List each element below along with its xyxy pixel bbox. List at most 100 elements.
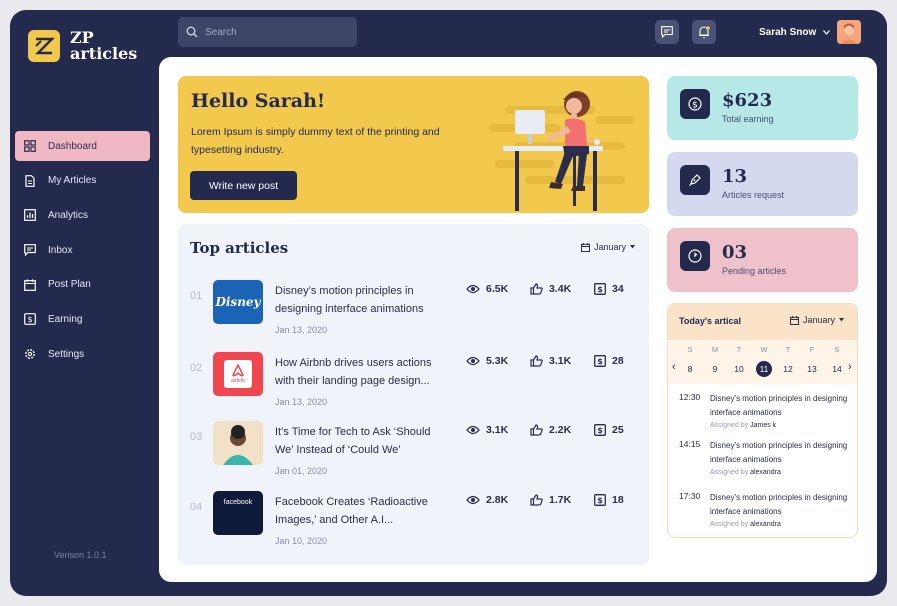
write-new-post-button[interactable]: Write new post xyxy=(190,171,297,200)
article-title[interactable]: It’s Time for Tech to Ask ‘Should We’ In… xyxy=(275,423,450,459)
day-button[interactable]: 14 xyxy=(829,361,845,377)
day-button[interactable]: 10 xyxy=(731,361,747,377)
sidebar-item-earning[interactable]: $ Earning xyxy=(15,304,150,334)
article-rank: 02 xyxy=(190,362,203,374)
dollar-icon: $ xyxy=(594,355,606,367)
todays-article-title: Today's artical xyxy=(679,316,741,326)
article-rank: 01 xyxy=(190,290,203,302)
weekday-label: S xyxy=(834,345,840,354)
weekday-label: T xyxy=(785,345,791,354)
likes-stat: 3.4K xyxy=(530,283,571,295)
todays-article-header: Today's artical January xyxy=(668,304,857,340)
article-row[interactable]: 04 facebook Facebook Creates ‘Radioactiv… xyxy=(178,491,649,551)
brand-logo[interactable]: ZP articles xyxy=(28,30,137,62)
article-row[interactable]: 02 airbnb How Airbnb drives users action… xyxy=(178,352,649,412)
article-date: Jan 01, 2020 xyxy=(275,466,328,476)
clock-icon xyxy=(680,241,710,271)
total-earning-card[interactable]: $ $623 Total earning xyxy=(667,76,858,140)
weekday-label: M xyxy=(711,345,719,354)
sidebar-item-settings[interactable]: Settings xyxy=(15,339,150,369)
card-label: Articles request xyxy=(722,190,785,200)
article-title[interactable]: Disney’s motion principles in designing … xyxy=(275,282,450,318)
month-dropdown[interactable]: January xyxy=(790,315,845,325)
card-value: 13 xyxy=(722,166,748,187)
next-week-arrow-icon[interactable]: › xyxy=(848,361,852,373)
pending-articles-card[interactable]: 03 Pending articles xyxy=(667,228,858,292)
facebook-logo: facebook xyxy=(223,499,253,506)
card-label: Total earning xyxy=(722,114,774,124)
article-date: Jan 13, 2020 xyxy=(275,325,328,335)
user-menu[interactable]: Sarah Snow xyxy=(759,20,862,44)
schedule-time: 12:30 xyxy=(679,392,701,402)
day-button[interactable]: 8 xyxy=(682,361,698,377)
article-title[interactable]: How Airbnb drives users actions with the… xyxy=(275,354,450,390)
woman-at-desk-illustration xyxy=(490,91,635,211)
caret-down-icon xyxy=(630,245,636,249)
dollar-icon: $ xyxy=(594,283,606,295)
article-row[interactable]: 03 It’s Time for Tech to Ask ‘Should We’… xyxy=(178,421,649,481)
thumbs-up-icon xyxy=(530,494,543,506)
schedule-assignee: Assigned by alexandra xyxy=(710,521,781,528)
article-date: Jan 13, 2020 xyxy=(275,397,328,407)
brand-name: ZP articles xyxy=(70,28,138,63)
sidebar-item-analytics[interactable]: Analytics xyxy=(15,200,150,230)
disney-logo: Disney xyxy=(215,295,261,309)
thumbs-up-icon xyxy=(530,283,543,295)
svg-text:$: $ xyxy=(27,315,32,324)
message-icon xyxy=(661,26,673,38)
article-thumbnail: Disney xyxy=(213,280,263,324)
search-input[interactable] xyxy=(205,26,345,38)
weekday-label: W xyxy=(760,345,768,354)
weekday-label: S xyxy=(687,345,693,354)
sidebar-item-my-articles[interactable]: My Articles xyxy=(15,166,150,196)
article-title[interactable]: Facebook Creates ‘Radioactive Images,’ a… xyxy=(275,493,450,529)
article-date: Jan 10, 2020 xyxy=(275,536,328,546)
sidebar-item-dashboard[interactable]: Dashboard xyxy=(15,131,150,161)
todays-article-panel: Today's artical January S M T W T F S ‹ … xyxy=(667,303,858,538)
sidebar-item-label: My Articles xyxy=(48,175,97,187)
eye-icon xyxy=(466,284,480,294)
eye-icon xyxy=(466,495,480,505)
articles-request-card[interactable]: 13 Articles request xyxy=(667,152,858,216)
sidebar-item-inbox[interactable]: Inbox xyxy=(15,235,150,265)
top-articles-title: Top articles xyxy=(190,239,289,257)
views-stat: 5.3K xyxy=(466,355,508,367)
earning-stat: $ 34 xyxy=(594,283,624,295)
eye-icon xyxy=(466,356,480,366)
sidebar-item-label: Settings xyxy=(48,348,85,360)
welcome-banner: Hello Sarah! Lorem Ipsum is simply dummy… xyxy=(178,76,649,213)
day-button[interactable]: 9 xyxy=(707,361,723,377)
search-box[interactable] xyxy=(178,17,357,47)
avatar[interactable] xyxy=(837,20,862,44)
month-value: January xyxy=(803,315,836,325)
likes-stat: 2.2K xyxy=(530,424,571,436)
day-button[interactable]: 13 xyxy=(804,361,820,377)
main-panel: Hello Sarah! Lorem Ipsum is simply dummy… xyxy=(159,57,877,582)
sidebar-item-post-plan[interactable]: Post Plan xyxy=(15,270,150,300)
dashboard-icon xyxy=(24,140,36,152)
schedule-title: Disney’s motion principles in designing … xyxy=(710,394,848,417)
caret-down-icon xyxy=(839,318,845,322)
schedule-time: 17:30 xyxy=(679,491,701,501)
sidebar-item-label: Inbox xyxy=(48,244,73,256)
messages-button[interactable] xyxy=(655,20,679,44)
week-strip: S M T W T F S ‹ 8 9 10 11 12 13 14 › xyxy=(668,340,857,384)
day-button-selected[interactable]: 11 xyxy=(756,361,772,377)
month-dropdown[interactable]: January xyxy=(581,242,636,252)
month-value: January xyxy=(594,242,627,252)
prev-week-arrow-icon[interactable]: ‹ xyxy=(672,361,676,373)
sidebar-nav: Dashboard My Articles Analytics Inbox Po… xyxy=(15,131,150,374)
schedule-assignee: Assigned by alexandra xyxy=(710,469,781,476)
bell-icon xyxy=(699,26,710,39)
notifications-button[interactable] xyxy=(692,20,716,44)
pen-icon xyxy=(680,165,710,195)
likes-stat: 3.1K xyxy=(530,355,571,367)
search-icon xyxy=(186,26,198,38)
dollar-icon: $ xyxy=(594,424,606,436)
day-button[interactable]: 12 xyxy=(780,361,796,377)
greeting-heading: Hello Sarah! xyxy=(191,90,326,112)
svg-text:$: $ xyxy=(692,100,698,110)
thumbs-up-icon xyxy=(530,355,543,367)
schedule-time: 14:15 xyxy=(679,439,701,449)
article-row[interactable]: 01 Disney Disney’s motion principles in … xyxy=(178,280,649,340)
